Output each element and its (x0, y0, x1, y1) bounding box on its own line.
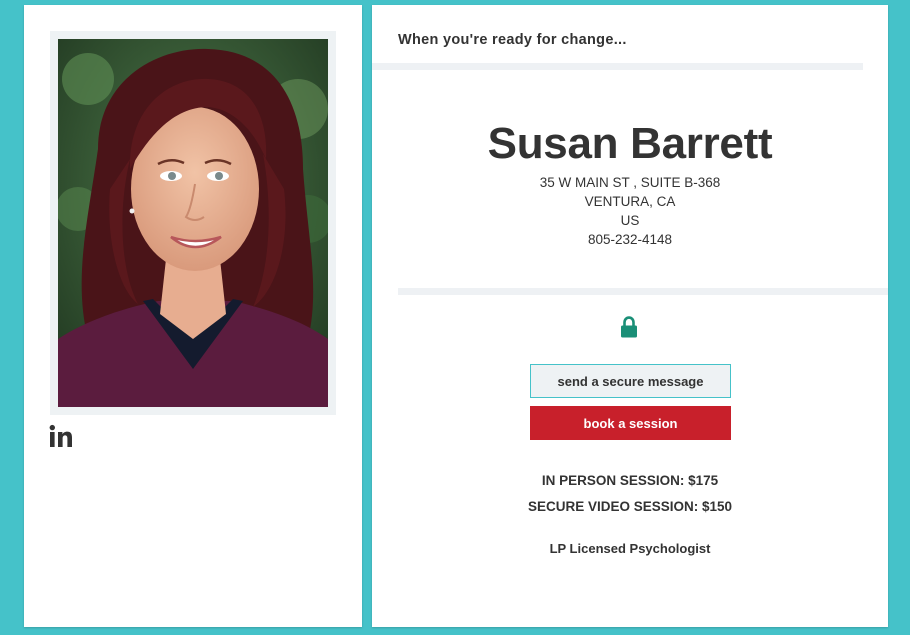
lock-icon (621, 316, 637, 338)
video-fee: SECURE VIDEO SESSION: $150 (527, 499, 733, 514)
credential: LP Licensed Psychologist (549, 541, 711, 556)
photo-frame (50, 31, 336, 415)
in-person-fee: IN PERSON SESSION: $175 (541, 473, 719, 488)
tagline: When you're ready for change... (398, 32, 627, 48)
phone-number: 805-232-4148 (587, 232, 673, 247)
send-secure-message-button[interactable]: send a secure message (530, 364, 731, 398)
divider (398, 288, 888, 295)
profile-card (24, 5, 362, 627)
linkedin-icon[interactable] (49, 424, 73, 448)
address-country: US (620, 213, 640, 228)
divider (372, 63, 863, 70)
profile-photo (58, 39, 328, 407)
contact-card: When you're ready for change... Susan Ba… (372, 5, 888, 627)
address-block: 35 W MAIN ST , SUITE B-368 VENTURA, CA U… (372, 173, 888, 249)
therapist-name: Susan Barrett (487, 119, 773, 168)
address-line2: VENTURA, CA (584, 194, 676, 209)
address-line1: 35 W MAIN ST , SUITE B-368 (539, 175, 721, 190)
book-session-button[interactable]: book a session (530, 406, 731, 440)
